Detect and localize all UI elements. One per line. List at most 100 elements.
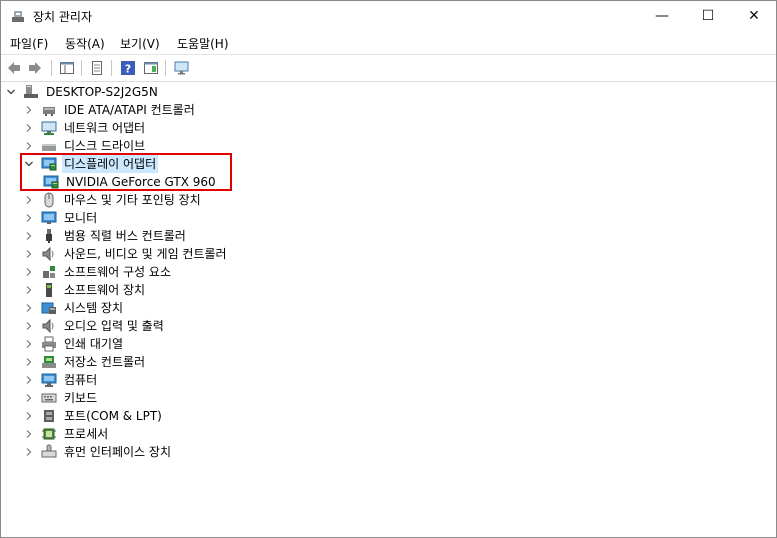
tree-category-item[interactable]: 인쇄 대기열 — [23, 335, 125, 353]
chevron-right-icon[interactable] — [23, 227, 35, 245]
chevron-right-icon[interactable] — [23, 101, 35, 119]
monitor-icon — [41, 211, 57, 224]
storage-controller-icon — [42, 356, 56, 368]
tree-item-label: 소프트웨어 구성 요소 — [64, 265, 171, 279]
software-device-icon — [46, 283, 52, 297]
toolbar-separator — [51, 60, 52, 76]
tree-item-label: 사운드, 비디오 및 게임 컨트롤러 — [64, 247, 227, 261]
scan-hardware-icon — [174, 61, 189, 75]
svg-text:?: ? — [125, 63, 131, 76]
chevron-right-icon[interactable] — [23, 353, 35, 371]
chevron-right-icon[interactable] — [23, 317, 35, 335]
tree-item-label: 네트워크 어댑터 — [64, 121, 146, 135]
back-icon — [8, 62, 20, 74]
tree-root[interactable]: DESKTOP-S2J2G5N — [5, 83, 160, 101]
properties-icon — [92, 61, 102, 75]
toolbar-separator — [81, 60, 82, 76]
tree-category-item[interactable]: 모니터 — [23, 209, 99, 227]
chevron-right-icon[interactable] — [23, 389, 35, 407]
show-hide-console-tree-button[interactable] — [57, 58, 77, 78]
close-icon: ✕ — [748, 8, 760, 24]
tree-item-label: 휴먼 인터페이스 장치 — [64, 445, 171, 459]
chevron-right-icon[interactable] — [23, 119, 35, 137]
chevron-right-icon[interactable] — [23, 209, 35, 227]
printer-icon — [42, 336, 56, 352]
tree-category-item[interactable]: 네트워크 어댑터 — [23, 119, 147, 137]
tree-category-item[interactable]: 오디오 입력 및 출력 — [23, 317, 166, 335]
tree-category-item[interactable]: IDE ATA/ATAPI 컨트롤러 — [23, 101, 197, 119]
network-adapter-icon — [41, 121, 57, 135]
title-bar[interactable]: 장치 관리자 — ☐ ✕ — [1, 1, 776, 31]
chevron-right-icon[interactable] — [23, 443, 35, 461]
minimize-button[interactable]: — — [639, 1, 685, 31]
software-component-icon — [43, 266, 55, 278]
back-button[interactable] — [4, 58, 24, 78]
mouse-icon — [44, 192, 54, 208]
chevron-right-icon[interactable] — [23, 407, 35, 425]
menu-file[interactable]: 파일(F) — [10, 35, 48, 52]
tree-category-item[interactable]: 프로세서 — [23, 425, 110, 443]
toolbar-separator — [111, 60, 112, 76]
tree-item-label: 소프트웨어 장치 — [64, 283, 146, 297]
tree-category-item[interactable]: 저장소 컨트롤러 — [23, 353, 147, 371]
tree-category-item[interactable]: 컴퓨터 — [23, 371, 99, 389]
tree-item-label: 저장소 컨트롤러 — [64, 355, 146, 369]
maximize-icon: ☐ — [701, 8, 715, 24]
toolbar: ? — [1, 54, 776, 82]
tree-category-item[interactable]: 휴먼 인터페이스 장치 — [23, 443, 173, 461]
computer-root-icon — [24, 85, 38, 98]
chevron-right-icon[interactable] — [23, 299, 35, 317]
chevron-down-icon[interactable] — [5, 83, 17, 101]
chevron-right-icon[interactable] — [23, 191, 35, 209]
chevron-right-icon[interactable] — [23, 263, 35, 281]
menu-bar: 파일(F) 동작(A) 보기(V) 도움말(H) — [1, 32, 776, 54]
chevron-right-icon[interactable] — [23, 281, 35, 299]
help-button[interactable]: ? — [118, 58, 138, 78]
menu-help[interactable]: 도움말(H) — [177, 35, 229, 52]
chevron-right-icon[interactable] — [23, 245, 35, 263]
tree-category-item[interactable]: 시스템 장치 — [23, 299, 125, 317]
device-manager-window: 장치 관리자 — ☐ ✕ 파일(F) 동작(A) 보기(V) 도움말(H) ? — [0, 0, 777, 538]
chevron-right-icon[interactable] — [23, 335, 35, 353]
system-device-icon — [41, 302, 56, 314]
keyboard-icon — [41, 393, 57, 403]
tree-category-item[interactable]: 소프트웨어 장치 — [23, 281, 147, 299]
tree-category-item[interactable]: 포트(COM & LPT) — [23, 407, 164, 425]
forward-button[interactable] — [25, 58, 45, 78]
tree-category-item[interactable]: 마우스 및 기타 포인팅 장치 — [23, 191, 203, 209]
chevron-right-icon[interactable] — [23, 371, 35, 389]
processor-icon — [42, 428, 56, 440]
tree-item-label: 시스템 장치 — [64, 301, 124, 315]
maximize-button[interactable]: ☐ — [685, 1, 731, 31]
tree-item-label: IDE ATA/ATAPI 컨트롤러 — [64, 103, 195, 117]
tree-item-label: 모니터 — [64, 211, 98, 225]
tree-item-label: 컴퓨터 — [64, 373, 98, 387]
tree-root-label: DESKTOP-S2J2G5N — [46, 85, 158, 99]
tree-item-label: 마우스 및 기타 포인팅 장치 — [64, 193, 201, 207]
tree-category-item[interactable]: 키보드 — [23, 389, 99, 407]
tree-item-label: 인쇄 대기열 — [64, 337, 124, 351]
highlight-box — [20, 153, 232, 191]
show-action-pane-button[interactable] — [141, 58, 161, 78]
window-title: 장치 관리자 — [33, 10, 93, 24]
scan-hardware-button[interactable] — [172, 58, 192, 78]
tree-category-item[interactable]: 소프트웨어 구성 요소 — [23, 263, 173, 281]
toolbar-separator — [165, 60, 166, 76]
tree-item-label: 포트(COM & LPT) — [64, 409, 162, 423]
properties-button[interactable] — [87, 58, 107, 78]
speaker-icon — [42, 318, 54, 334]
port-icon — [44, 410, 54, 422]
tree-category-item[interactable]: 범용 직렬 버스 컨트롤러 — [23, 227, 188, 245]
device-tree[interactable]: DESKTOP-S2J2G5N IDE ATA/ATAPI 컨트롤러네트워크 어… — [1, 81, 776, 536]
usb-icon — [46, 229, 52, 243]
tree-category-item[interactable]: 사운드, 비디오 및 게임 컨트롤러 — [23, 245, 229, 263]
disk-drive-icon — [42, 144, 56, 151]
speaker-icon — [42, 246, 54, 262]
device-manager-icon — [12, 11, 24, 22]
close-button[interactable]: ✕ — [731, 1, 777, 31]
computer-icon — [41, 373, 57, 387]
menu-view[interactable]: 보기(V) — [120, 35, 160, 52]
chevron-right-icon[interactable] — [23, 425, 35, 443]
menu-action[interactable]: 동작(A) — [65, 35, 105, 52]
hid-icon — [41, 444, 57, 458]
